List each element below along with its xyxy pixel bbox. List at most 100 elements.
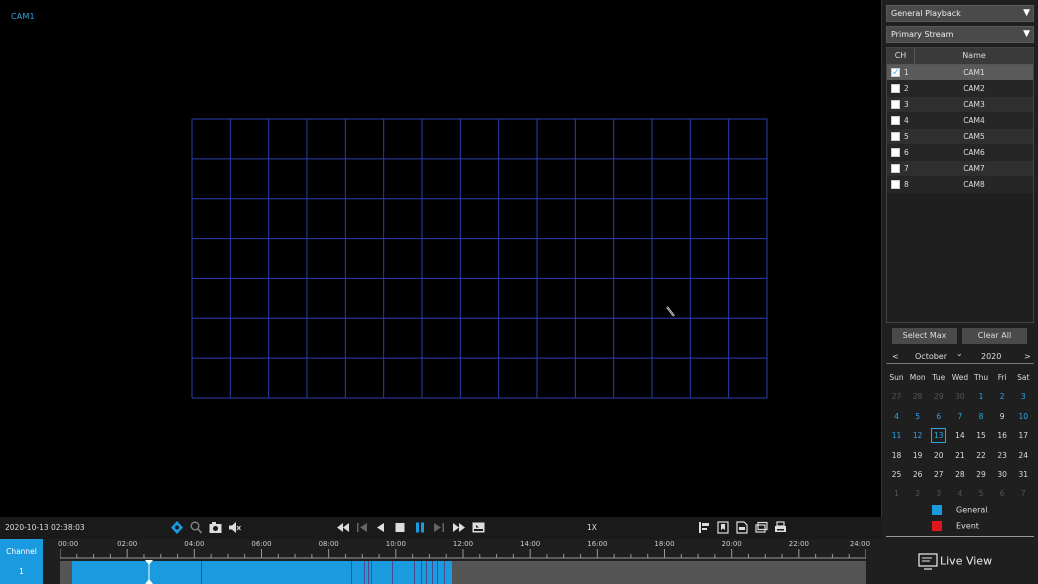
calendar-day[interactable]: 29 xyxy=(971,465,992,484)
calendar-day[interactable]: 4 xyxy=(949,484,970,503)
calendar-day[interactable]: 5 xyxy=(907,407,928,426)
month-dropdown-icon[interactable]: ⌄ xyxy=(956,347,963,361)
reverse-play-icon[interactable] xyxy=(375,521,385,534)
calendar-day-number: 27 xyxy=(934,469,944,479)
playhead-icon[interactable] xyxy=(144,560,154,584)
calendar-day[interactable]: 25 xyxy=(886,465,907,484)
calendar-day[interactable]: 5 xyxy=(971,484,992,503)
snapshot-icon[interactable] xyxy=(209,521,222,534)
calendar-day[interactable]: 3 xyxy=(928,484,949,503)
calendar-day[interactable]: 17 xyxy=(1013,426,1034,445)
stop-icon[interactable] xyxy=(394,521,406,534)
channel-checkbox[interactable] xyxy=(891,132,900,141)
calendar-day[interactable]: 27 xyxy=(928,465,949,484)
channel-checkbox[interactable] xyxy=(891,100,900,109)
calendar-day[interactable]: 16 xyxy=(992,426,1013,445)
calendar-day[interactable]: 13 xyxy=(928,426,949,445)
channel-row[interactable]: 4 CAM4 xyxy=(887,113,1033,129)
calendar-day[interactable]: 4 xyxy=(886,407,907,426)
calendar-day[interactable]: 1 xyxy=(971,387,992,406)
frame-icon[interactable] xyxy=(472,521,485,534)
calendar-day[interactable]: 3 xyxy=(1013,387,1034,406)
channel-checkbox[interactable] xyxy=(891,84,900,93)
time-ruler[interactable]: 00:00 02:00 04:00 06:00 08:00 10:00 12:00 14:00… xyxy=(58,539,870,561)
playback-mode-select[interactable]: General Playback ▼ xyxy=(886,5,1034,22)
calendar-day-number: 15 xyxy=(976,431,986,441)
live-view-label: Live View xyxy=(940,554,993,568)
legend-general-label: General xyxy=(956,505,988,515)
calendar-day[interactable]: 7 xyxy=(1013,484,1034,503)
record-marker xyxy=(432,561,433,584)
calendar-header: < October ⌄ 2020 > xyxy=(886,347,1034,364)
clip-icon[interactable] xyxy=(736,521,748,534)
calendar-day[interactable]: 29 xyxy=(928,387,949,406)
tag-icon[interactable] xyxy=(698,521,710,534)
channel-row[interactable]: 6 CAM6 xyxy=(887,145,1033,161)
channel-row[interactable]: 7 CAM7 xyxy=(887,161,1033,177)
year-label[interactable]: 2020 xyxy=(981,350,1001,364)
calendar-day[interactable]: 15 xyxy=(971,426,992,445)
mute-icon[interactable] xyxy=(228,521,241,534)
playback-video-area[interactable]: CAM1 xyxy=(0,0,882,517)
calendar-day[interactable]: 22 xyxy=(971,446,992,465)
channel-checkbox[interactable] xyxy=(891,164,900,173)
save-icon[interactable] xyxy=(774,521,787,534)
channel-row[interactable]: 3 CAM3 xyxy=(887,97,1033,113)
live-view-button[interactable]: Live View xyxy=(886,536,1034,584)
channel-row[interactable]: 2 CAM2 xyxy=(887,81,1033,97)
select-max-button[interactable]: Select Max xyxy=(892,328,957,344)
calendar-day[interactable]: 28 xyxy=(949,465,970,484)
calendar-day[interactable]: 2 xyxy=(907,484,928,503)
calendar-day[interactable]: 31 xyxy=(1013,465,1034,484)
calendar-day[interactable]: 20 xyxy=(928,446,949,465)
calendar-day[interactable]: 30 xyxy=(992,465,1013,484)
next-month-button[interactable]: > xyxy=(1024,350,1031,364)
general-recording-bar[interactable] xyxy=(72,561,452,584)
month-label[interactable]: October xyxy=(915,350,947,364)
channel-checkbox[interactable] xyxy=(891,65,900,81)
calendar-day[interactable]: 11 xyxy=(886,426,907,445)
calendar-day-number: 18 xyxy=(891,450,902,460)
calendar-day[interactable]: 23 xyxy=(992,446,1013,465)
clear-all-button[interactable]: Clear All xyxy=(962,328,1027,344)
calendar-day[interactable]: 14 xyxy=(949,426,970,445)
backup-icon[interactable] xyxy=(755,521,768,534)
fast-rewind-icon[interactable] xyxy=(336,521,350,534)
channel-row[interactable]: 5 CAM5 xyxy=(887,129,1033,145)
motion-grid xyxy=(191,118,768,399)
calendar-day[interactable]: 8 xyxy=(971,407,992,426)
calendar-day[interactable]: 6 xyxy=(928,407,949,426)
record-marker xyxy=(201,561,202,584)
calendar-day[interactable]: 30 xyxy=(949,387,970,406)
calendar-day[interactable]: 1 xyxy=(886,484,907,503)
calendar-day[interactable]: 26 xyxy=(907,465,928,484)
calendar-day[interactable]: 28 xyxy=(907,387,928,406)
calendar-day[interactable]: 21 xyxy=(949,446,970,465)
channel-row[interactable]: 8 CAM8 xyxy=(887,177,1033,193)
calendar-day[interactable]: 18 xyxy=(886,446,907,465)
calendar-day[interactable]: 9 xyxy=(992,407,1013,426)
bookmark-icon[interactable] xyxy=(717,521,729,534)
pause-icon[interactable] xyxy=(414,521,426,534)
step-forward-icon[interactable] xyxy=(433,521,445,534)
calendar-day[interactable]: 2 xyxy=(992,387,1013,406)
channel-checkbox[interactable] xyxy=(891,180,900,189)
calendar-day[interactable]: 19 xyxy=(907,446,928,465)
calendar-day[interactable]: 24 xyxy=(1013,446,1034,465)
calendar-day[interactable]: 6 xyxy=(992,484,1013,503)
calendar-day[interactable]: 10 xyxy=(1013,407,1034,426)
calendar-day[interactable]: 12 xyxy=(907,426,928,445)
timeline[interactable]: Channel 1 00:00 02:00 04:00 06:00 08:00 10:00… xyxy=(0,539,882,584)
channel-checkbox[interactable] xyxy=(891,116,900,125)
ptz-icon[interactable] xyxy=(171,521,183,534)
step-back-icon[interactable] xyxy=(356,521,368,534)
fast-forward-icon[interactable] xyxy=(452,521,466,534)
calendar-day[interactable]: 27 xyxy=(886,387,907,406)
channel-checkbox[interactable] xyxy=(891,148,900,157)
calendar-day[interactable]: 7 xyxy=(949,407,970,426)
channel-row[interactable]: 1 CAM1 xyxy=(887,65,1033,81)
zoom-icon[interactable] xyxy=(190,521,202,534)
prev-month-button[interactable]: < xyxy=(892,350,899,364)
calendar-day-number: 4 xyxy=(957,489,963,499)
stream-select[interactable]: Primary Stream ▼ xyxy=(886,26,1034,43)
